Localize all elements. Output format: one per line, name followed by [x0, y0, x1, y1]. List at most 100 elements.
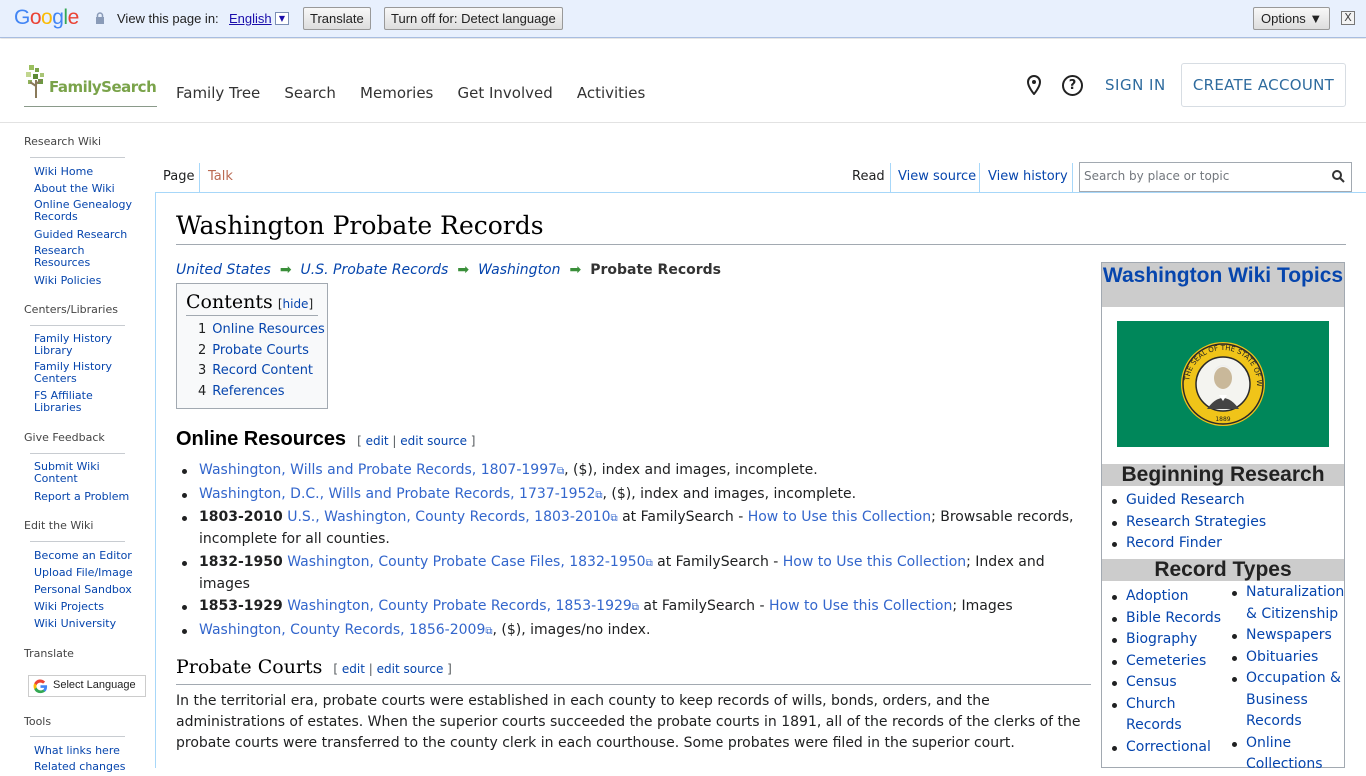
- tree-icon: [26, 65, 44, 98]
- sidebar-item-wiki-home[interactable]: Wiki Home: [34, 165, 93, 178]
- list-item: Washington, County Records, 1856-2009⧉, …: [176, 620, 1076, 642]
- list-item[interactable]: Research Strategies: [1102, 512, 1266, 534]
- list-item[interactable]: Naturalization & Citizenship: [1222, 582, 1346, 625]
- language-select[interactable]: English: [229, 11, 272, 26]
- washington-topics-infobox: Washington Wiki Topics THE SEAL OF THE S…: [1101, 262, 1345, 772]
- list-item[interactable]: Biography: [1102, 629, 1222, 651]
- breadcrumb-us-probate[interactable]: U.S. Probate Records: [301, 262, 449, 278]
- sidebar-item-what-links-here[interactable]: What links here: [34, 744, 120, 757]
- list-item[interactable]: Bible Records: [1102, 608, 1222, 630]
- sidebar-item-fs-affiliate[interactable]: FS Affiliate Libraries: [34, 390, 104, 414]
- list-item[interactable]: Church Records: [1102, 694, 1192, 737]
- nav-search[interactable]: Search: [284, 84, 336, 102]
- sidebar-item-about-wiki[interactable]: About the Wiki: [34, 182, 115, 195]
- list-item: 1853-1929 Washington, County Probate Rec…: [176, 596, 1076, 618]
- page-title: Washington Probate Records: [176, 211, 544, 240]
- toc-item[interactable]: 1 Online Resources: [186, 320, 327, 341]
- nav-family-tree[interactable]: Family Tree: [176, 84, 260, 102]
- help-icon[interactable]: ?: [1062, 75, 1083, 96]
- heading-online-resources: Online Resources[ edit | edit source ]: [176, 428, 476, 450]
- list-item[interactable]: Adoption: [1102, 586, 1222, 608]
- sidebar-item-wiki-university[interactable]: Wiki University: [34, 617, 116, 630]
- toc-item[interactable]: 4 References: [186, 382, 327, 403]
- sidebar-heading-feedback: Give Feedback: [24, 431, 105, 444]
- list-item[interactable]: Guided Research: [1102, 490, 1266, 512]
- tab-view-history[interactable]: View history: [980, 161, 1076, 192]
- select-language-label: Select Language: [53, 679, 136, 691]
- translate-bar: Google View this page in: English ▼ Tran…: [0, 0, 1366, 38]
- edit-source-link[interactable]: edit source: [377, 662, 444, 676]
- washington-flag-image: THE SEAL OF THE STATE OF WASHINGTON 1889: [1114, 315, 1329, 447]
- translate-button[interactable]: Translate: [303, 7, 371, 30]
- record-types-left: Adoption Bible Records Biography Cemeter…: [1102, 586, 1222, 758]
- beginning-research-heading: Beginning Research: [1102, 464, 1344, 486]
- options-button[interactable]: Options ▼: [1253, 7, 1330, 30]
- sidebar-item-report-problem[interactable]: Report a Problem: [34, 490, 129, 503]
- tab-view-source[interactable]: View source: [890, 161, 984, 192]
- location-pin-icon[interactable]: [1026, 75, 1042, 95]
- tab-page[interactable]: Page: [155, 161, 203, 192]
- close-translate-button[interactable]: X: [1341, 11, 1355, 25]
- sidebar-item-wiki-policies[interactable]: Wiki Policies: [34, 274, 101, 287]
- divider: [30, 325, 125, 326]
- familysearch-logo[interactable]: FamilySearch: [24, 64, 157, 107]
- nav-memories[interactable]: Memories: [360, 84, 433, 102]
- list-item[interactable]: Obituaries: [1222, 647, 1346, 669]
- record-types-right: Naturalization & Citizenship Newspapers …: [1222, 582, 1346, 776]
- list-item: 1803-2010 U.S., Washington, County Recor…: [176, 507, 1076, 550]
- list-item[interactable]: Newspapers: [1222, 625, 1346, 647]
- sidebar-item-fhl[interactable]: Family History Library: [34, 333, 114, 357]
- toc-title: Contents: [186, 291, 273, 313]
- language-dropdown-icon[interactable]: ▼: [275, 12, 289, 25]
- list-item: 1832-1950 Washington, County Probate Cas…: [176, 552, 1076, 595]
- sidebar-item-wiki-projects[interactable]: Wiki Projects: [34, 600, 104, 613]
- table-of-contents: Contents [hide] 1 Online Resources 2 Proba…: [176, 283, 328, 409]
- record-types-heading: Record Types: [1102, 559, 1344, 581]
- sidebar-item-become-editor[interactable]: Become an Editor: [34, 549, 132, 562]
- toc-item[interactable]: 2 Probate Courts: [186, 341, 327, 362]
- arrow-right-icon: ➡: [279, 262, 292, 278]
- list-item[interactable]: Cemeteries: [1102, 651, 1222, 673]
- list-item[interactable]: Census: [1102, 672, 1222, 694]
- sign-in-link[interactable]: SIGN IN: [1105, 76, 1166, 94]
- edit-source-link[interactable]: edit source: [400, 434, 467, 448]
- seal-year: 1889: [1215, 416, 1230, 423]
- google-logo: Google: [14, 6, 79, 29]
- edit-link[interactable]: edit: [366, 434, 389, 448]
- sidebar-item-upload-file[interactable]: Upload File/Image: [34, 566, 133, 579]
- main-nav: Family Tree Search Memories Get Involved…: [176, 83, 664, 102]
- page-tabs: Page Talk Read View source View history …: [155, 157, 1366, 192]
- sidebar-item-personal-sandbox[interactable]: Personal Sandbox: [34, 583, 132, 596]
- tab-read[interactable]: Read: [844, 161, 893, 192]
- probate-courts-paragraph: In the territorial era, probate courts w…: [176, 693, 1081, 751]
- edit-link[interactable]: edit: [342, 662, 365, 676]
- search-icon[interactable]: [1332, 170, 1345, 183]
- infobox-title[interactable]: Washington Wiki Topics: [1102, 263, 1344, 307]
- list-item[interactable]: Online Collections: [1222, 733, 1346, 776]
- toc-item[interactable]: 3 Record Content: [186, 361, 327, 382]
- list-item[interactable]: Correctional: [1102, 737, 1222, 759]
- wiki-search-input[interactable]: Search by place or topic: [1079, 162, 1352, 192]
- list-item[interactable]: Record Finder: [1102, 533, 1266, 555]
- google-translate-select[interactable]: Select Language: [28, 675, 146, 697]
- divider: [30, 541, 125, 542]
- sidebar-heading-research-wiki: Research Wiki: [24, 135, 102, 148]
- nav-activities[interactable]: Activities: [577, 84, 645, 102]
- breadcrumb-washington[interactable]: Washington: [478, 262, 560, 278]
- sidebar-item-related-changes[interactable]: Related changes: [34, 760, 126, 773]
- tab-talk[interactable]: Talk: [200, 161, 241, 192]
- sidebar-item-fhc[interactable]: Family History Centers: [34, 361, 114, 385]
- google-g-icon: [33, 679, 48, 694]
- turn-off-button[interactable]: Turn off for: Detect language: [384, 7, 563, 30]
- create-account-button[interactable]: CREATE ACCOUNT: [1181, 63, 1346, 107]
- sidebar-item-online-records[interactable]: Online Genealogy Records: [34, 199, 139, 223]
- toc-hide-link[interactable]: hide: [283, 297, 309, 311]
- list-item[interactable]: Occupation & Business Records: [1222, 668, 1346, 733]
- sidebar-item-submit-content[interactable]: Submit Wiki Content: [34, 461, 109, 485]
- view-page-label: View this page in:: [117, 11, 219, 26]
- nav-get-involved[interactable]: Get Involved: [457, 84, 552, 102]
- sidebar-item-guided-research[interactable]: Guided Research: [34, 228, 127, 241]
- sidebar-item-research-resources[interactable]: Research Resources: [34, 245, 104, 269]
- sidebar-heading-translate: Translate: [24, 647, 74, 660]
- breadcrumb-united-states[interactable]: United States: [176, 262, 271, 278]
